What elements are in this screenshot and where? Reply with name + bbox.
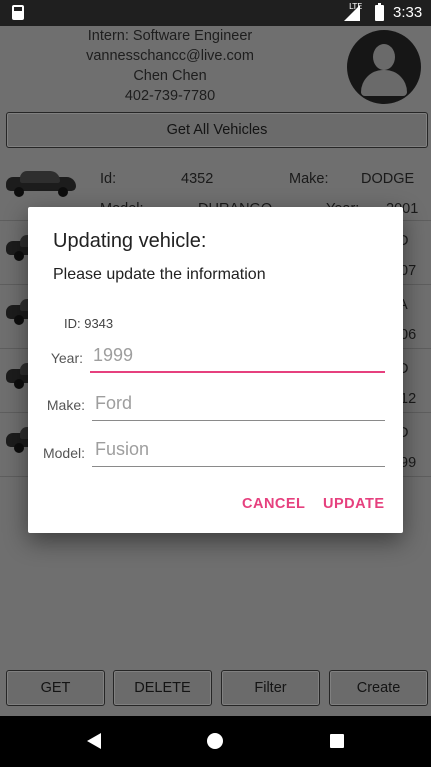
network-type: LTE: [349, 2, 363, 11]
navigation-bar: [0, 716, 431, 767]
sd-card-icon: [12, 5, 24, 20]
vehicle-id-label: Id:: [100, 171, 117, 187]
profile-info: Intern: Software Engineer vannesschancc@…: [60, 26, 280, 106]
battery-icon: [375, 3, 384, 21]
vehicle-id-text: ID: 9343: [64, 316, 114, 331]
filter-button[interactable]: Filter: [221, 670, 320, 706]
update-vehicle-dialog: Updating vehicle: Please update the info…: [28, 207, 403, 533]
delete-button[interactable]: DELETE: [113, 670, 212, 706]
person-icon: [373, 44, 395, 70]
cancel-button[interactable]: CANCEL: [242, 496, 305, 512]
vehicle-make-value: DODGE: [361, 171, 415, 187]
car-icon: [6, 169, 76, 197]
status-bar: LTE 3:33: [0, 0, 431, 26]
recents-icon[interactable]: [330, 734, 344, 748]
vehicle-id-value: 4352: [181, 171, 214, 187]
make-field[interactable]: [92, 387, 385, 421]
clock: 3:33: [393, 4, 423, 21]
profile-name: Chen Chen: [133, 68, 207, 84]
vehicle-make-label: Make:: [289, 171, 329, 187]
model-field[interactable]: [92, 433, 385, 467]
back-icon[interactable]: [87, 733, 101, 749]
year-field[interactable]: [90, 339, 385, 373]
profile-role: Intern: Software Engineer: [87, 28, 253, 44]
create-button[interactable]: Create: [329, 670, 428, 706]
profile-phone: 402-739-7780: [124, 88, 216, 104]
get-all-vehicles-button[interactable]: Get All Vehicles: [6, 112, 428, 148]
home-icon[interactable]: [207, 733, 223, 749]
get-button[interactable]: GET: [6, 670, 105, 706]
dialog-title: Updating vehicle:: [53, 230, 207, 252]
year-label: Year:: [50, 350, 83, 366]
avatar: [347, 30, 421, 104]
model-label: Model:: [42, 445, 85, 461]
dialog-message: Please update the information: [53, 266, 266, 283]
make-label: Make:: [46, 397, 85, 413]
profile-email: vannesschancc@live.com: [86, 48, 254, 64]
update-button[interactable]: UPDATE: [323, 496, 385, 512]
